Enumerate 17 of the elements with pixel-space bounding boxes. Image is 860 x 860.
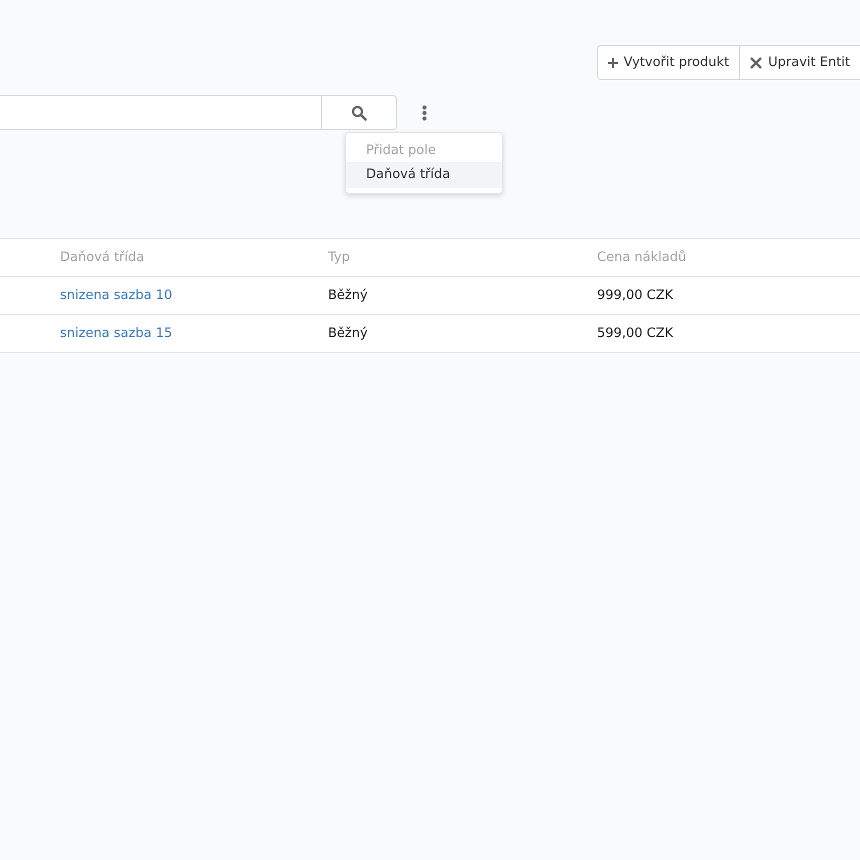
plus-icon <box>608 58 618 68</box>
header-button[interactable]: Vytvořit produkt <box>596 45 740 80</box>
column-header: Cena nákladů <box>597 250 688 265</box>
table-link[interactable]: snizena sazba 15 <box>60 326 328 341</box>
search-field[interactable] <box>0 95 397 130</box>
table-cell-text: Běžný <box>328 326 369 341</box>
header-button[interactable]: Upravit Entit <box>739 45 860 80</box>
table-cell-text: Běžný <box>328 288 369 303</box>
table-link[interactable]: snizena sazba 10 <box>60 288 328 303</box>
search-icon <box>351 104 367 120</box>
column-header: Typ <box>328 250 351 265</box>
menu-heading: Přidat pole <box>365 142 437 160</box>
table-cell-text: 599,00 CZK <box>597 326 674 341</box>
menu-item[interactable]: Daňová třída <box>346 162 502 188</box>
column-header: Daňová třída <box>60 250 146 265</box>
table-cell-text: 999,00 CZK <box>597 288 674 303</box>
kebab-icon <box>422 104 426 120</box>
